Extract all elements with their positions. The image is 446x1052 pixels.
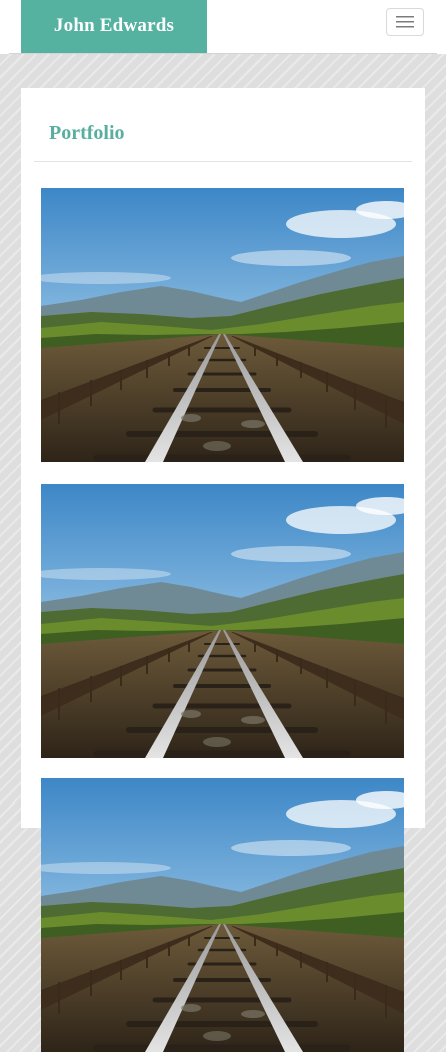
portfolio-item[interactable]	[41, 484, 404, 758]
portfolio-section: Portfolio	[21, 88, 425, 828]
hamburger-menu-icon	[396, 16, 414, 28]
section-title: Portfolio	[49, 122, 125, 144]
brand-logo-link[interactable]: John Edwards	[21, 0, 207, 54]
title-divider	[34, 161, 412, 162]
navbar-divider	[9, 53, 437, 54]
navbar-toggle-button[interactable]	[386, 8, 424, 36]
railway-bridge-image	[41, 484, 404, 758]
railway-bridge-image	[41, 778, 404, 1052]
portfolio-item[interactable]	[41, 778, 404, 1052]
railway-bridge-image	[41, 188, 404, 462]
top-navbar: John Edwards	[0, 0, 446, 54]
portfolio-item[interactable]	[41, 188, 404, 462]
